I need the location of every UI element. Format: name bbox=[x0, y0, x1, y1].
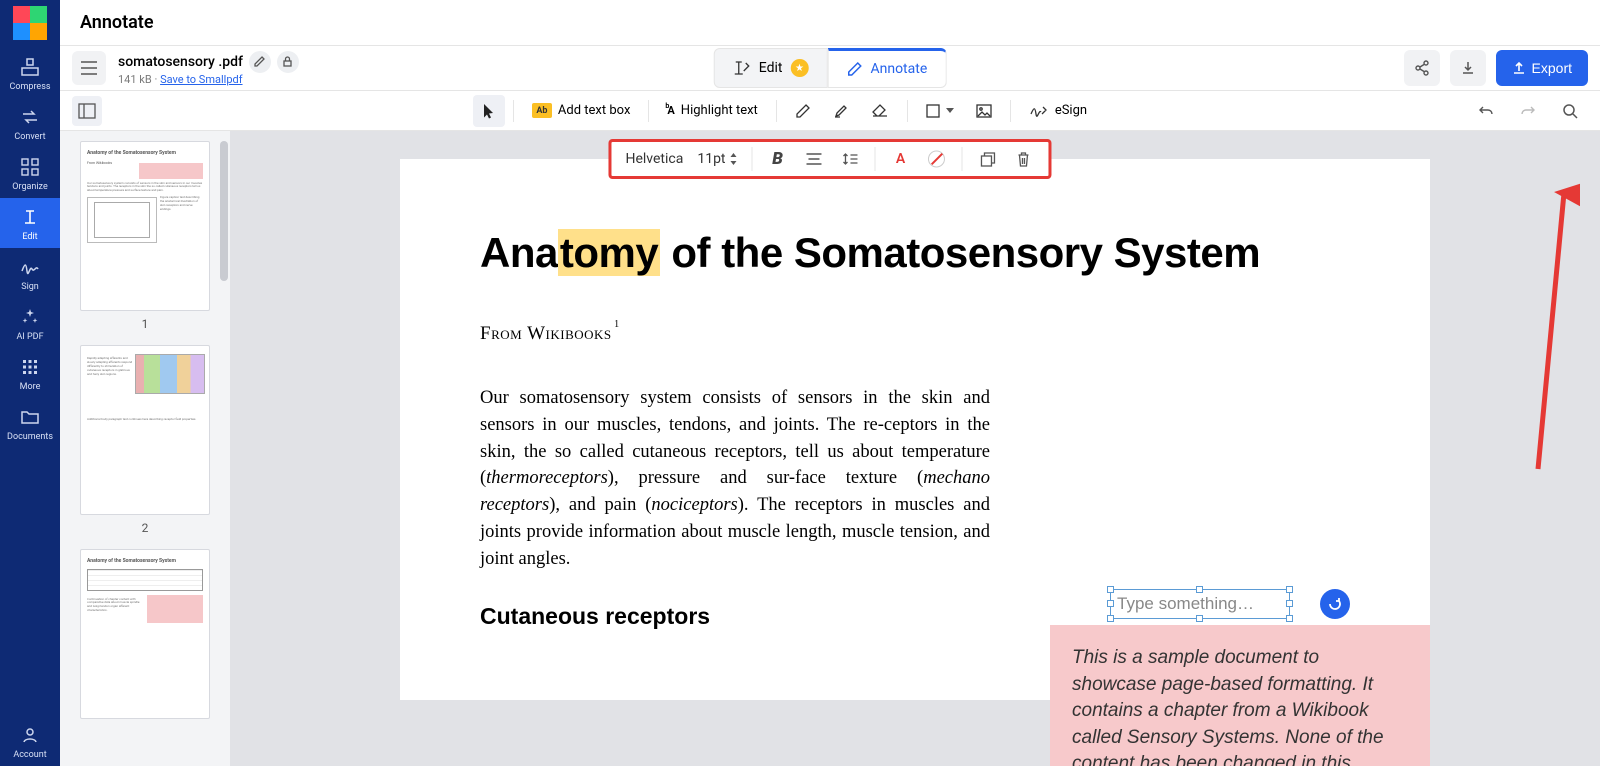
eraser-icon bbox=[871, 104, 889, 118]
compress-icon bbox=[19, 56, 41, 78]
convert-icon bbox=[19, 106, 41, 128]
file-name: somatosensory .pdf bbox=[118, 54, 243, 70]
sign-icon bbox=[19, 256, 41, 278]
nav-documents[interactable]: Documents bbox=[0, 398, 60, 448]
placeholder-text: Type something… bbox=[1117, 594, 1254, 614]
nav-label: Convert bbox=[14, 132, 45, 142]
nav-sign[interactable]: Sign bbox=[0, 248, 60, 298]
image-icon bbox=[976, 104, 992, 118]
page-number: 2 bbox=[142, 521, 149, 535]
nav-label: Account bbox=[13, 750, 46, 760]
text-format-toolbar: Helvetica 11pt B A bbox=[608, 139, 1051, 179]
doc-source: From Wikibooks1 bbox=[480, 323, 612, 345]
app-sidebar: Compress Convert Organize Edit Sign AI P… bbox=[0, 0, 60, 766]
thumbnail-panel[interactable]: Anatomy of the Somatosensory System From… bbox=[60, 131, 230, 766]
tool-highlight[interactable]: AbHighlight text bbox=[657, 95, 767, 127]
delete-button[interactable] bbox=[1013, 148, 1035, 170]
page-viewport[interactable]: Helvetica 11pt B A Anatomy of the Somato… bbox=[230, 131, 1600, 766]
doc-title: Anatomy of the Somatosensory System bbox=[480, 229, 1350, 277]
brand-logo bbox=[13, 6, 47, 40]
duplicate-button[interactable] bbox=[977, 148, 999, 170]
page-thumbnail[interactable]: Rapidly adapting afferents and slowly ad… bbox=[80, 345, 210, 515]
tool-esign[interactable]: eSign bbox=[1019, 95, 1097, 127]
signature-icon bbox=[1029, 104, 1049, 118]
download-button[interactable] bbox=[1450, 50, 1486, 86]
grid-icon bbox=[19, 356, 41, 378]
redo-button[interactable] bbox=[1510, 95, 1546, 127]
nav-label: Edit bbox=[22, 232, 37, 242]
rotate-handle[interactable] bbox=[1320, 589, 1350, 619]
tool-marker[interactable] bbox=[823, 95, 859, 127]
callout-box: This is a sample document to showcase pa… bbox=[1050, 625, 1430, 766]
tool-cursor[interactable] bbox=[473, 95, 505, 127]
tab-annotate[interactable]: Annotate bbox=[827, 48, 946, 88]
font-size-select[interactable]: 11pt bbox=[697, 151, 737, 167]
nav-label: Documents bbox=[7, 432, 53, 442]
nav-label: Organize bbox=[12, 182, 47, 192]
square-icon bbox=[926, 104, 940, 118]
tool-eraser[interactable] bbox=[861, 95, 899, 127]
export-button[interactable]: Export bbox=[1496, 50, 1588, 86]
file-size: 141 kB bbox=[118, 73, 152, 86]
text-box-input[interactable]: Type something… bbox=[1110, 589, 1290, 619]
document-bar: somatosensory .pdf 141 kB · Save to Smal… bbox=[60, 46, 1600, 91]
tool-add-text[interactable]: AbAdd text box bbox=[522, 95, 640, 127]
mode-tabs: Edit ★ Annotate bbox=[714, 48, 947, 88]
tool-image[interactable] bbox=[966, 95, 1002, 127]
tool-shape[interactable] bbox=[916, 95, 964, 127]
nav-label: Sign bbox=[21, 282, 39, 292]
pencil-icon bbox=[846, 61, 862, 77]
page-thumbnail[interactable]: Anatomy of the Somatosensory System From… bbox=[80, 141, 210, 311]
font-select[interactable]: Helvetica bbox=[625, 151, 683, 167]
share-button[interactable] bbox=[1404, 50, 1440, 86]
nav-label: AI PDF bbox=[16, 332, 43, 342]
nav-compress[interactable]: Compress bbox=[0, 48, 60, 98]
ab-icon: Ab bbox=[532, 103, 552, 118]
nav-label: More bbox=[20, 382, 41, 392]
pen-icon bbox=[795, 103, 811, 119]
line-spacing-button[interactable] bbox=[839, 148, 861, 170]
star-icon: ★ bbox=[790, 59, 808, 77]
tab-edit[interactable]: Edit ★ bbox=[714, 48, 828, 88]
nav-organize[interactable]: Organize bbox=[0, 148, 60, 198]
page-thumbnail[interactable]: Anatomy of the Somatosensory System Cont… bbox=[80, 549, 210, 719]
export-icon bbox=[1512, 61, 1526, 75]
nav-ai-pdf[interactable]: AI PDF bbox=[0, 298, 60, 348]
annotate-toolbar: AbAdd text box AbHighlight text eSign bbox=[60, 91, 1600, 131]
no-fill-button[interactable] bbox=[926, 148, 948, 170]
text-edit-icon bbox=[733, 60, 751, 76]
text-color-button[interactable]: A bbox=[890, 148, 912, 170]
download-icon bbox=[1460, 60, 1476, 76]
body-paragraph: Our somatosensory system consists of sen… bbox=[480, 385, 990, 573]
nav-more[interactable]: More bbox=[0, 348, 60, 398]
page-title: Annotate bbox=[80, 12, 154, 33]
nav-label: Compress bbox=[10, 82, 51, 92]
undo-button[interactable] bbox=[1468, 95, 1504, 127]
nav-account[interactable]: Account bbox=[0, 716, 60, 766]
document-page: Anatomy of the Somatosensory System From… bbox=[400, 159, 1430, 700]
nav-edit[interactable]: Edit bbox=[0, 198, 60, 248]
bold-button[interactable]: B bbox=[767, 148, 789, 170]
folder-icon bbox=[19, 406, 41, 428]
tool-pen[interactable] bbox=[785, 95, 821, 127]
app-header: Annotate bbox=[60, 0, 1600, 46]
lock-icon[interactable] bbox=[277, 51, 299, 73]
nav-convert[interactable]: Convert bbox=[0, 98, 60, 148]
organize-icon bbox=[19, 156, 41, 178]
search-button[interactable] bbox=[1552, 95, 1588, 127]
search-icon bbox=[1562, 103, 1578, 119]
pencil-icon[interactable] bbox=[249, 51, 271, 73]
user-icon bbox=[19, 724, 41, 746]
save-link[interactable]: Save to Smallpdf bbox=[160, 73, 242, 86]
align-button[interactable] bbox=[803, 148, 825, 170]
redo-icon bbox=[1520, 104, 1536, 118]
menu-button[interactable] bbox=[72, 51, 106, 85]
share-icon bbox=[1414, 60, 1430, 76]
page-number: 1 bbox=[142, 317, 149, 331]
edit-icon bbox=[19, 206, 41, 228]
sparkle-icon bbox=[19, 306, 41, 328]
marker-icon bbox=[833, 103, 849, 119]
panel-toggle[interactable] bbox=[72, 96, 102, 126]
undo-icon bbox=[1478, 104, 1494, 118]
